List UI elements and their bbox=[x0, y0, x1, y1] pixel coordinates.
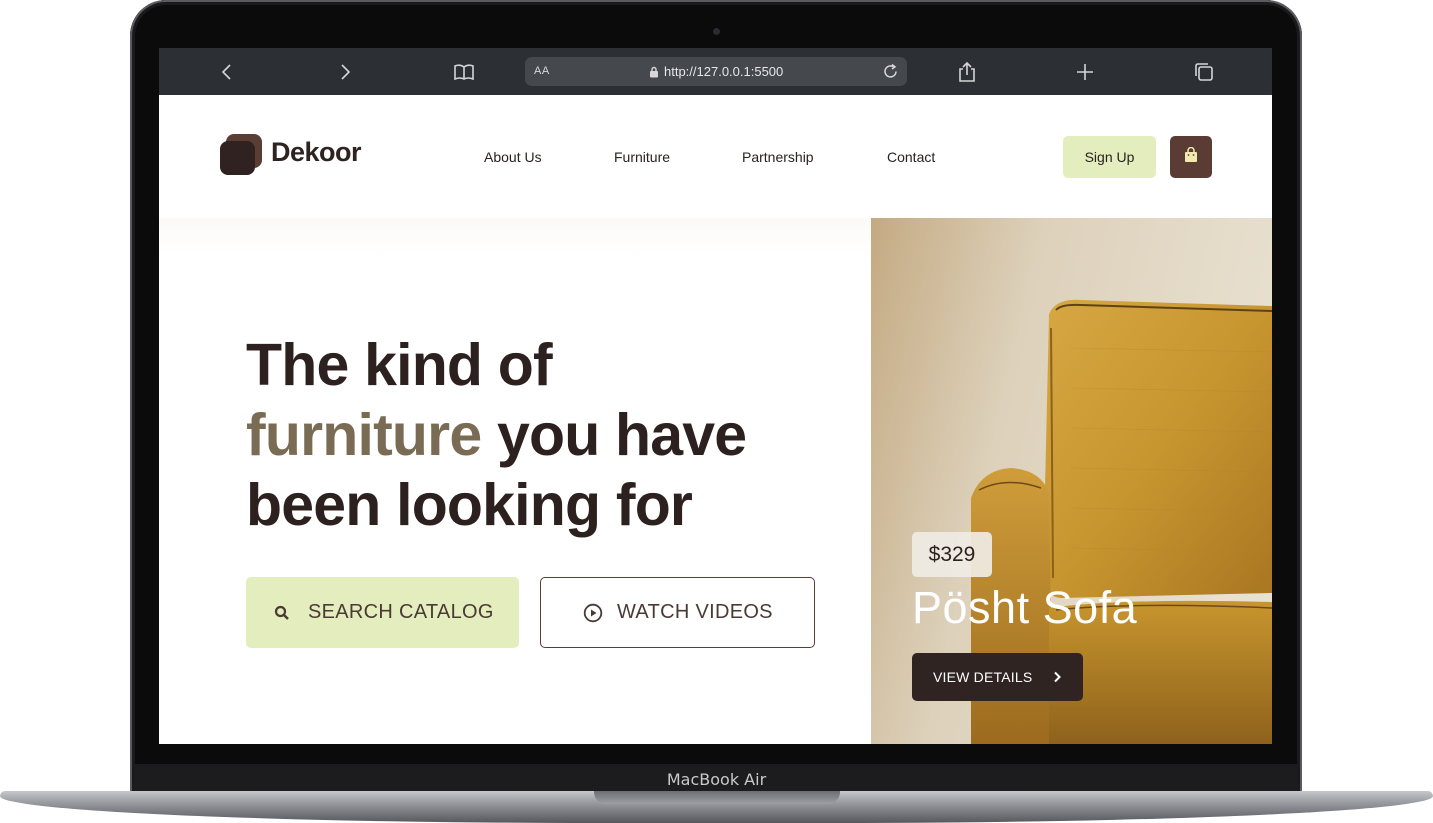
chevron-right-icon bbox=[1052, 671, 1062, 683]
share-icon[interactable] bbox=[955, 60, 979, 84]
lock-icon bbox=[649, 65, 659, 83]
watch-videos-button[interactable]: WATCH VIDEOS bbox=[540, 577, 815, 648]
headline-accent: furniture bbox=[246, 402, 482, 468]
camera bbox=[713, 28, 720, 35]
play-circle-icon bbox=[583, 603, 603, 623]
logo-icon[interactable] bbox=[220, 134, 262, 176]
search-icon bbox=[274, 605, 290, 621]
nav-furniture[interactable]: Furniture bbox=[614, 149, 670, 165]
price-badge: $329 bbox=[912, 532, 992, 577]
url-text[interactable]: http://127.0.0.1:5500 bbox=[664, 64, 783, 79]
shopping-bag-icon bbox=[1184, 146, 1198, 168]
forward-icon[interactable] bbox=[333, 60, 357, 84]
reader-options-button[interactable]: AA bbox=[534, 65, 550, 77]
address-bar[interactable]: AA http://127.0.0.1:5500 bbox=[525, 57, 907, 86]
browser-toolbar: AA http://127.0.0.1:5500 bbox=[159, 48, 1272, 95]
watch-videos-label: WATCH VIDEOS bbox=[617, 601, 773, 623]
hero-headline: The kind of furniture you have been look… bbox=[246, 330, 846, 540]
tabs-icon[interactable] bbox=[1192, 60, 1216, 84]
screen: AA http://127.0.0.1:5500 Dekoor About Us… bbox=[159, 48, 1272, 744]
search-catalog-button[interactable]: SEARCH CATALOG bbox=[246, 577, 519, 648]
nav-partnership[interactable]: Partnership bbox=[742, 149, 814, 165]
sign-up-label: Sign Up bbox=[1084, 149, 1135, 165]
product-image: $329 Pösht Sofa VIEW DETAILS bbox=[871, 218, 1272, 744]
reload-icon[interactable] bbox=[882, 63, 899, 85]
device-model-label: MacBook Air bbox=[666, 770, 767, 789]
site-header: Dekoor About Us Furniture Partnership Co… bbox=[159, 95, 1272, 218]
brand-name[interactable]: Dekoor bbox=[271, 137, 362, 168]
back-icon[interactable] bbox=[215, 60, 239, 84]
product-name: Pösht Sofa bbox=[912, 582, 1138, 633]
new-tab-icon[interactable] bbox=[1073, 60, 1097, 84]
view-details-button[interactable]: VIEW DETAILS bbox=[912, 653, 1083, 701]
nav-about-us[interactable]: About Us bbox=[484, 149, 542, 165]
cart-button[interactable] bbox=[1170, 136, 1212, 178]
laptop-notch bbox=[594, 791, 840, 804]
headline-part1: The kind of bbox=[246, 332, 553, 398]
nav-contact[interactable]: Contact bbox=[887, 149, 935, 165]
sign-up-button[interactable]: Sign Up bbox=[1063, 136, 1156, 178]
search-catalog-label: SEARCH CATALOG bbox=[308, 601, 494, 623]
hero-section: The kind of furniture you have been look… bbox=[159, 218, 871, 744]
bookmarks-icon[interactable] bbox=[452, 60, 476, 84]
view-details-label: VIEW DETAILS bbox=[933, 669, 1033, 685]
